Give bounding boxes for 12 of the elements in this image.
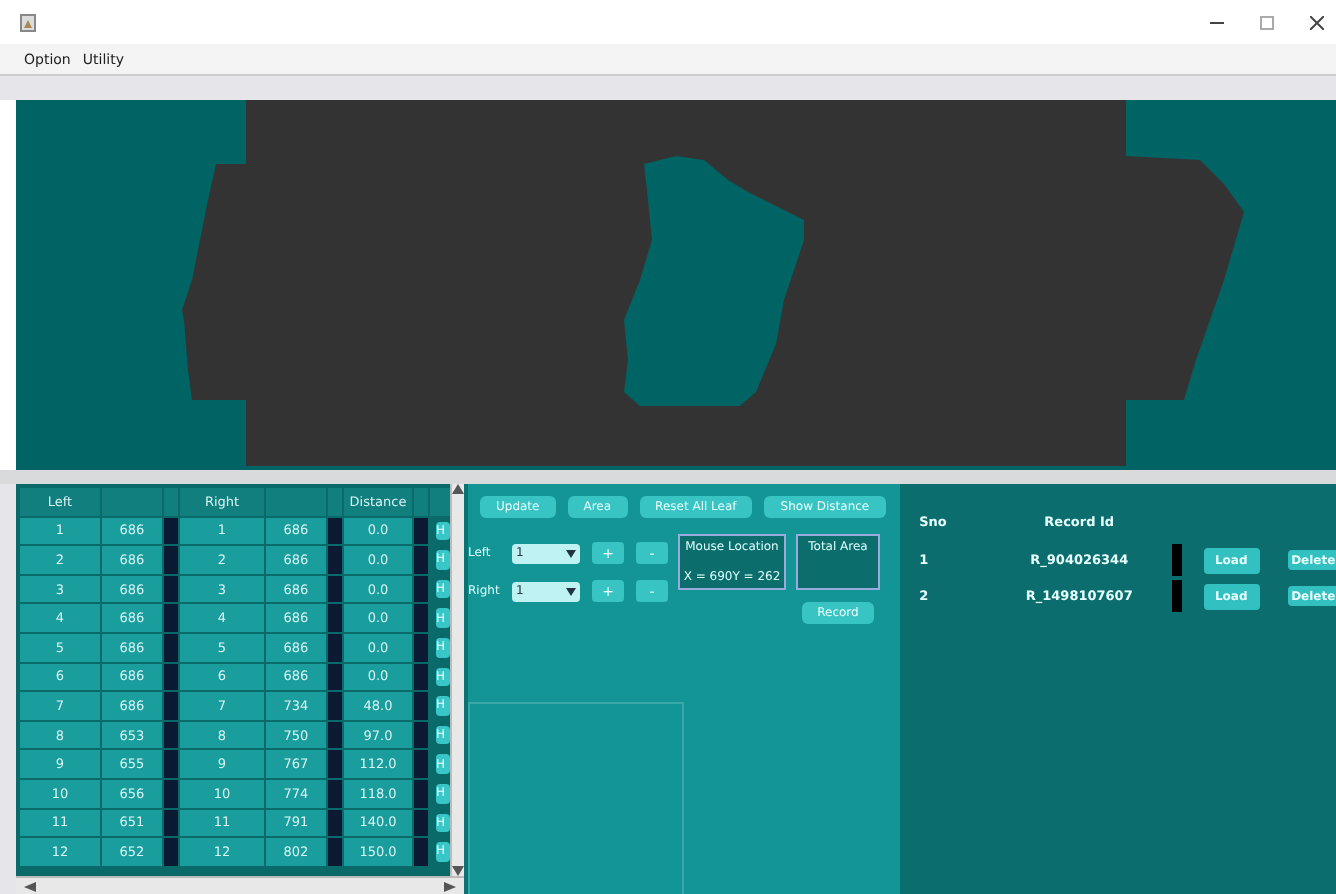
horizontal-scrollbar[interactable]	[16, 876, 464, 894]
record-marker	[1171, 580, 1182, 612]
header-cell	[266, 488, 326, 516]
app-icon	[20, 13, 36, 31]
close-icon[interactable]	[1310, 15, 1324, 29]
caret-icon	[566, 587, 576, 595]
header-cell	[102, 488, 162, 516]
scroll-left-icon[interactable]	[24, 881, 36, 891]
header-cell	[430, 488, 450, 516]
scroll-right-icon[interactable]	[444, 881, 456, 891]
caret-icon	[566, 549, 576, 557]
record-marker	[1171, 544, 1182, 576]
